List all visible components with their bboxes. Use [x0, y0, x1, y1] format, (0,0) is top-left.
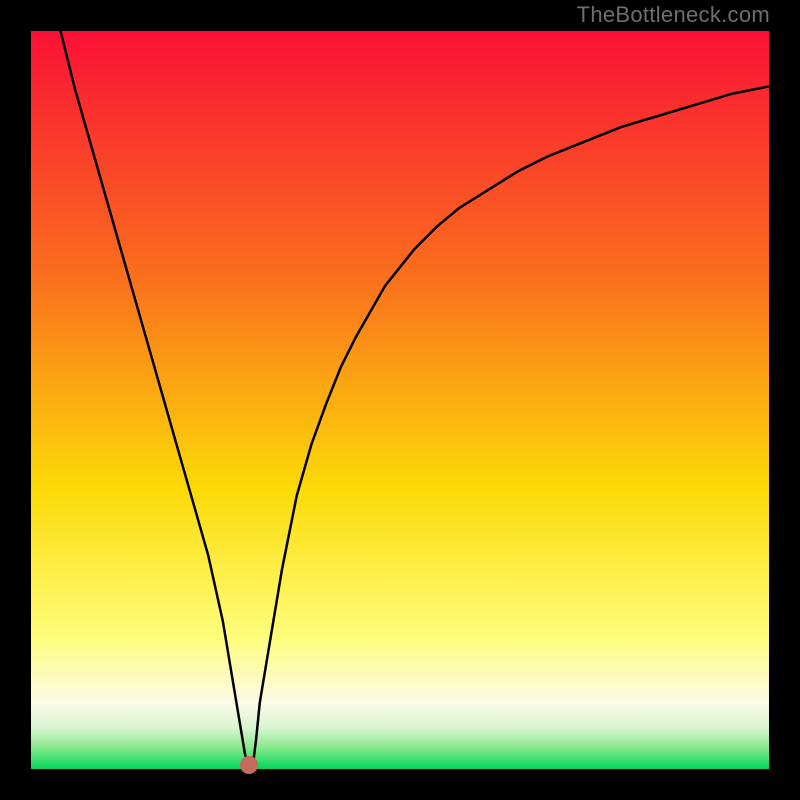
optimum-marker — [240, 756, 258, 774]
chart-frame: TheBottleneck.com — [0, 0, 800, 800]
plot-area — [31, 31, 769, 769]
chart-svg — [31, 31, 769, 769]
watermark-text: TheBottleneck.com — [577, 2, 770, 28]
gradient-background — [31, 31, 769, 769]
